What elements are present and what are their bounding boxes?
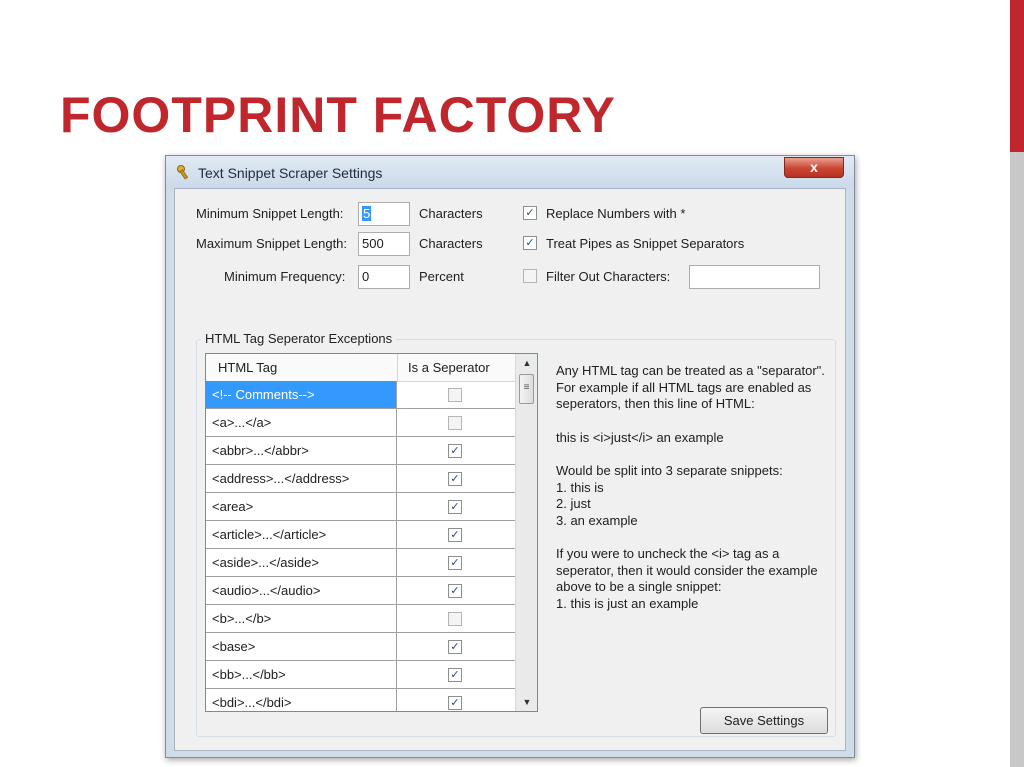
- replace-numbers-checkbox[interactable]: ✓: [523, 206, 537, 220]
- tag-cell[interactable]: <bdi>...</bdi>: [206, 689, 397, 711]
- separator-checkbox[interactable]: ✓: [448, 584, 462, 598]
- separator-checkbox[interactable]: ✓: [448, 668, 462, 682]
- filter-chars-label: Filter Out Characters:: [546, 269, 671, 284]
- slide-title: FOOTPRINT FACTORY: [60, 87, 616, 143]
- title-bar[interactable]: Text Snippet Scraper Settings x: [166, 156, 854, 188]
- save-settings-button[interactable]: Save Settings: [700, 707, 828, 734]
- help-split-item: 2. just: [556, 496, 591, 511]
- settings-dialog: Text Snippet Scraper Settings x Minimum …: [165, 155, 855, 758]
- min-length-value: 5: [362, 206, 372, 221]
- tag-cell[interactable]: <a>...</a>: [206, 409, 397, 436]
- scroll-up-arrow-icon[interactable]: ▲: [516, 354, 537, 372]
- wrench-icon: [177, 165, 189, 180]
- table-row[interactable]: <article>...</article> ✓: [206, 521, 516, 549]
- separator-checkbox[interactable]: ✓: [448, 640, 462, 654]
- help-single-item: 1. this is just an example: [556, 595, 699, 611]
- min-length-input[interactable]: 5: [358, 202, 410, 226]
- tag-cell[interactable]: <area>: [206, 493, 397, 520]
- table-row[interactable]: <base> ✓: [206, 633, 516, 661]
- treat-pipes-label: Treat Pipes as Snippet Separators: [546, 236, 745, 251]
- table-row[interactable]: <!-- Comments-->: [206, 381, 516, 409]
- scroll-thumb[interactable]: ≡: [519, 374, 534, 404]
- help-split-item: 3. an example: [556, 512, 638, 528]
- tag-grid[interactable]: HTML Tag Is a Seperator <!-- Comments-->…: [205, 353, 538, 712]
- table-row[interactable]: <bdi>...</bdi> ✓: [206, 689, 516, 711]
- separator-checkbox[interactable]: ✓: [448, 556, 462, 570]
- separator-checkbox[interactable]: ✓: [448, 444, 462, 458]
- slide-accent-bar: [1010, 0, 1024, 152]
- table-row[interactable]: <abbr>...</abbr> ✓: [206, 437, 516, 465]
- table-row[interactable]: <bb>...</bb> ✓: [206, 661, 516, 689]
- separator-checkbox[interactable]: ✓: [448, 696, 462, 710]
- window-title: Text Snippet Scraper Settings: [198, 165, 383, 181]
- help-paragraph: Any HTML tag can be treated as a "separa…: [556, 363, 825, 411]
- tag-cell[interactable]: <bb>...</bb>: [206, 661, 397, 688]
- column-header-is-separator[interactable]: Is a Seperator: [408, 360, 490, 375]
- table-row[interactable]: <b>...</b>: [206, 605, 516, 633]
- dialog-body: Minimum Snippet Length: 5 Characters ✓ R…: [174, 188, 846, 751]
- grid-scrollbar[interactable]: ▲ ≡ ▼: [515, 354, 537, 711]
- separator-checkbox[interactable]: ✓: [448, 500, 462, 514]
- help-text: Any HTML tag can be treated as a "separa…: [556, 363, 826, 612]
- table-row[interactable]: <area> ✓: [206, 493, 516, 521]
- min-length-unit: Characters: [419, 206, 483, 221]
- separator-checkbox[interactable]: ✓: [448, 472, 462, 486]
- separator-checkbox[interactable]: [448, 416, 462, 430]
- tag-cell[interactable]: <aside>...</aside>: [206, 549, 397, 576]
- min-length-label: Minimum Snippet Length:: [196, 206, 344, 221]
- tag-cell[interactable]: <abbr>...</abbr>: [206, 437, 397, 464]
- tag-cell[interactable]: <b>...</b>: [206, 605, 397, 632]
- column-divider[interactable]: [397, 354, 398, 381]
- tag-cell[interactable]: <base>: [206, 633, 397, 660]
- separator-checkbox[interactable]: [448, 612, 462, 626]
- table-row[interactable]: <aside>...</aside> ✓: [206, 549, 516, 577]
- tag-cell[interactable]: <!-- Comments-->: [206, 381, 397, 408]
- filter-chars-checkbox[interactable]: [523, 269, 537, 283]
- tag-cell[interactable]: <address>...</address>: [206, 465, 397, 492]
- max-length-input[interactable]: 500: [358, 232, 410, 256]
- max-length-unit: Characters: [419, 236, 483, 251]
- filter-chars-input[interactable]: [689, 265, 820, 289]
- replace-numbers-label: Replace Numbers with *: [546, 206, 686, 221]
- treat-pipes-checkbox[interactable]: ✓: [523, 236, 537, 250]
- min-frequency-label: Minimum Frequency:: [224, 269, 346, 284]
- help-split-intro: Would be split into 3 separate snippets:: [556, 463, 783, 478]
- tag-cell[interactable]: <audio>...</audio>: [206, 577, 397, 604]
- separator-checkbox[interactable]: [448, 388, 462, 402]
- table-row[interactable]: <audio>...</audio> ✓: [206, 577, 516, 605]
- help-example-line: this is <i>just</i> an example: [556, 429, 724, 445]
- help-split-item: 1. this is: [556, 479, 604, 495]
- min-frequency-input[interactable]: 0: [358, 265, 410, 289]
- grid-header: HTML Tag Is a Seperator: [206, 354, 516, 382]
- min-frequency-unit: Percent: [419, 269, 464, 284]
- separator-checkbox[interactable]: ✓: [448, 528, 462, 542]
- tag-cell[interactable]: <article>...</article>: [206, 521, 397, 548]
- grid-rows: <!-- Comments--> <a>...</a> <abbr>...</abb…: [206, 381, 516, 711]
- column-header-html-tag[interactable]: HTML Tag: [218, 360, 277, 375]
- table-row[interactable]: <a>...</a>: [206, 409, 516, 437]
- max-length-label: Maximum Snippet Length:: [196, 236, 348, 251]
- scroll-down-arrow-icon[interactable]: ▼: [516, 693, 537, 711]
- help-uncheck-paragraph: If you were to uncheck the <i> tag as a …: [556, 546, 818, 594]
- table-row[interactable]: <address>...</address> ✓: [206, 465, 516, 493]
- close-button[interactable]: x: [784, 157, 844, 178]
- group-title: HTML Tag Seperator Exceptions: [201, 331, 397, 346]
